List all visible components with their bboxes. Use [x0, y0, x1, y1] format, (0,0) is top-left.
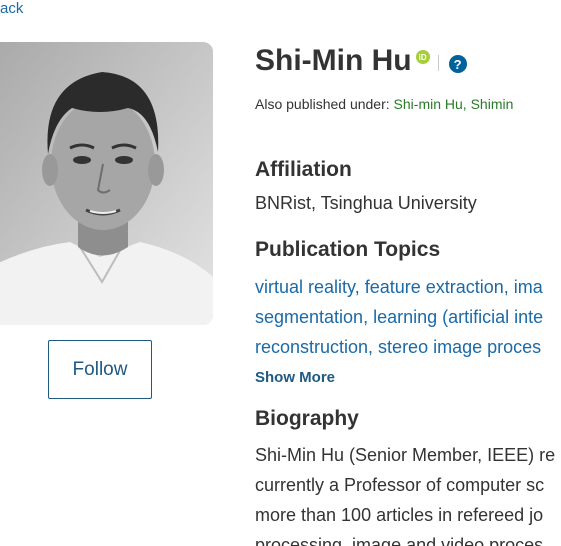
alt-name-link[interactable]: Shi-min Hu,	[394, 96, 467, 112]
bio-line: Shi-Min Hu (Senior Member, IEEE) re	[255, 445, 556, 465]
name-row: Shi-Min Hu iD ?	[255, 44, 467, 78]
bio-line: currently a Professor of computer sc	[255, 475, 545, 495]
affiliation-value: BNRist, Tsinghua University	[255, 193, 477, 213]
back-link[interactable]: ack	[0, 0, 23, 17]
author-name: Shi-Min Hu	[255, 44, 412, 77]
topics-list: virtual reality, feature extraction, ima…	[255, 272, 561, 362]
biography-text: Shi-Min Hu (Senior Member, IEEE) re curr…	[255, 440, 561, 546]
also-published-under: Also published under: Shi-min Hu, Shimin	[255, 96, 513, 112]
divider	[437, 55, 439, 71]
affiliation-heading: Affiliation	[255, 158, 352, 181]
bio-line: more than 100 articles in refereed jo	[255, 505, 544, 525]
profile-photo	[0, 42, 213, 325]
topic-line[interactable]: virtual reality, feature extraction, ima	[255, 272, 561, 302]
topic-line[interactable]: reconstruction, stereo image proces	[255, 332, 561, 362]
orcid-icon[interactable]: iD	[415, 50, 430, 64]
biography-heading: Biography	[255, 407, 359, 430]
follow-button[interactable]: Follow	[48, 340, 152, 399]
bio-line: processing, image and video proces	[255, 535, 544, 546]
topics-heading: Publication Topics	[255, 238, 441, 261]
topic-line[interactable]: segmentation, learning (artificial inte	[255, 302, 561, 332]
also-published-label: Also published under:	[255, 96, 390, 112]
alt-name-link[interactable]: Shimin	[471, 96, 514, 112]
help-icon[interactable]: ?	[448, 55, 467, 73]
show-more-link[interactable]: Show More	[255, 369, 335, 386]
